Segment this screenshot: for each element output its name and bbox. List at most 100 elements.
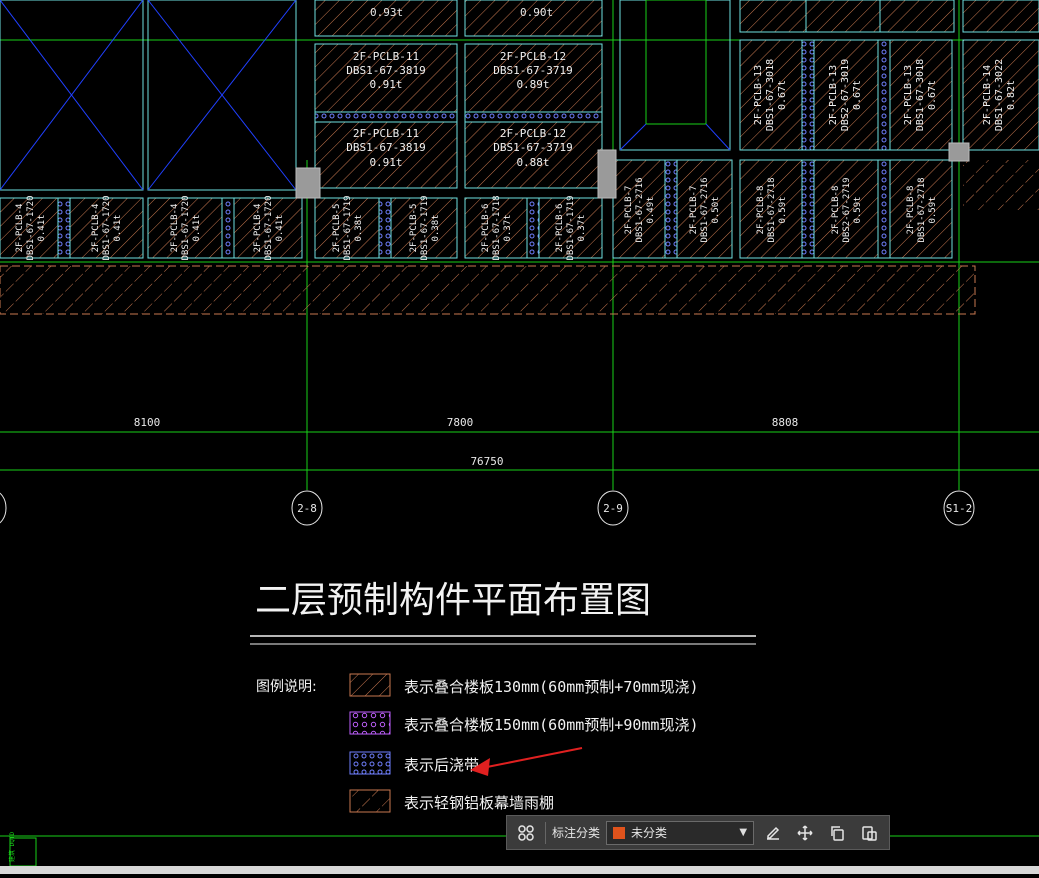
panel-code: DBS1-67-1719 bbox=[343, 195, 353, 260]
panel-code: DBS1-67-3018 bbox=[765, 59, 776, 131]
panel-weight: 0.67t bbox=[927, 80, 938, 110]
edit-icon[interactable] bbox=[760, 820, 786, 846]
panel-id: 2F-PCLB-7 bbox=[624, 186, 634, 235]
axis-bubbles bbox=[0, 490, 975, 526]
legend-swatch-post-pour bbox=[349, 751, 391, 775]
panel-id: 2F-PCLB-8 bbox=[831, 186, 841, 235]
canopy-strip bbox=[0, 265, 976, 315]
top-weight-1: 0.93t bbox=[370, 6, 403, 19]
legend-swatch-130 bbox=[349, 673, 391, 697]
panel-code: DBS1-67-3018 bbox=[915, 59, 926, 131]
panel-id: 2F-PCLB-5 bbox=[332, 204, 342, 253]
panel-id: 2F-PCLB-4 bbox=[170, 204, 180, 253]
panel-id: 2F-PCLB-8 bbox=[906, 186, 916, 235]
paste-icon[interactable] bbox=[856, 820, 882, 846]
axis-label-2-8: 2-8 bbox=[297, 502, 317, 515]
panel-code: DBS1-67-3719 bbox=[493, 64, 572, 77]
panel-weight: 0.37t bbox=[503, 214, 513, 241]
annotation-toolbar: 标注分类 未分类 ▼ bbox=[506, 815, 890, 850]
legend-item: 表示叠合楼板150mm(60mm预制+90mm现浇) bbox=[404, 716, 699, 734]
top-panels: 0.93t 0.90t bbox=[314, 0, 1039, 37]
legend-item: 表示轻钢铝板幕墙雨棚 bbox=[404, 794, 554, 812]
panel-id: 2F-PCLB-11 bbox=[353, 50, 419, 63]
panel-weight: 0.38t bbox=[431, 214, 441, 241]
status-strip bbox=[0, 866, 1039, 874]
panel-code: DBS1-67-1720 bbox=[264, 195, 274, 260]
red-arrow-annotation bbox=[470, 747, 583, 776]
dim-8808: 8808 bbox=[772, 416, 799, 429]
panel-id: 2F-PCLB-14 bbox=[982, 65, 993, 125]
panel-code: DBS1-67-1719 bbox=[420, 195, 430, 260]
panel-id: 2F-PCLB-4 bbox=[15, 204, 25, 253]
panel-code: DBS2-67-3019 bbox=[840, 59, 851, 131]
legend-item: 表示叠合楼板130mm(60mm预制+70mm现浇) bbox=[404, 678, 699, 696]
panel-weight: 0.50t bbox=[711, 196, 721, 223]
panel-code: DBS1-67-2718 bbox=[917, 177, 927, 242]
drawing-title: 二层预制构件平面布置图 bbox=[255, 580, 651, 621]
panel-id: 2F-PCLB-12 bbox=[500, 50, 566, 63]
panel-id: 2F-PCLB-8 bbox=[756, 186, 766, 235]
panel-weight: 0.59t bbox=[928, 196, 938, 223]
copy-icon[interactable] bbox=[824, 820, 850, 846]
panel-weight: 0.41t bbox=[37, 214, 47, 241]
panel-id: 2F-PCLB-4 bbox=[91, 204, 101, 253]
cad-canvas[interactable]: 0.93t 0.90t 2F-PCLB-11 DBS1-67-3819 0.91… bbox=[0, 0, 1039, 874]
axis-label-2-9: 2-9 bbox=[603, 502, 623, 515]
panel-weight: 0.67t bbox=[852, 80, 863, 110]
category-value: 未分类 bbox=[631, 826, 668, 840]
legend-item: 表示后浇带 bbox=[404, 756, 479, 774]
panel-code: DBS1-67-2716 bbox=[635, 177, 645, 242]
panel-id: 2F-PCLB-5 bbox=[409, 204, 419, 253]
panel-code: DBS1-67-1720 bbox=[102, 195, 112, 260]
sidebar-stamp: 建筑 DQTD bbox=[8, 832, 16, 862]
dimension-labels: 8100 7800 8808 76750 bbox=[134, 416, 799, 468]
panel-code: DBS1-67-3022 bbox=[994, 59, 1005, 131]
panel-weight: 0.41t bbox=[192, 214, 202, 241]
panel-weight: 0.38t bbox=[354, 214, 364, 241]
category-color-swatch bbox=[613, 826, 626, 839]
dim-total: 76750 bbox=[470, 455, 503, 468]
panel-code: DBS1-67-1719 bbox=[566, 195, 576, 260]
top-weight-2: 0.90t bbox=[520, 6, 553, 19]
panel-code: DBS1-67-1720 bbox=[181, 195, 191, 260]
grid-icon[interactable] bbox=[513, 820, 539, 846]
panel-code: DBS1-67-2716 bbox=[700, 177, 710, 242]
panel-weight: 0.91t bbox=[369, 156, 402, 169]
panel-id: 2F-PCLB-13 bbox=[753, 65, 764, 125]
panel-weight: 0.41t bbox=[113, 214, 123, 241]
panel-weight: 0.89t bbox=[516, 78, 549, 91]
panel-id: 2F-PCLB-13 bbox=[903, 65, 914, 125]
dim-8100: 8100 bbox=[134, 416, 161, 429]
panel-id: 2F-PCLB-7 bbox=[689, 186, 699, 235]
panel-code: DBS1-67-1718 bbox=[492, 195, 502, 260]
panel-code: DBS2-67-2719 bbox=[842, 177, 852, 242]
legend-swatch-150 bbox=[349, 711, 391, 735]
panel-weight: 0.88t bbox=[516, 156, 549, 169]
panel-weight: 0.91t bbox=[369, 78, 402, 91]
panel-id: 2F-PCLB-13 bbox=[828, 65, 839, 125]
panel-weight: 0.59t bbox=[778, 196, 788, 223]
dim-7800: 7800 bbox=[447, 416, 474, 429]
toolbar-divider bbox=[545, 821, 546, 844]
move-icon[interactable] bbox=[792, 820, 818, 846]
panel-weight: 0.49t bbox=[646, 196, 656, 223]
panel-id: 2F-PCLB-11 bbox=[353, 127, 419, 140]
panel-id: 2F-PCLB-12 bbox=[500, 127, 566, 140]
panel-id: 2F-PCLB-4 bbox=[253, 204, 263, 253]
panel-code: DBS1-67-1720 bbox=[26, 195, 36, 260]
category-select[interactable]: 未分类 ▼ bbox=[606, 820, 755, 845]
panel-code: DBS1-67-3819 bbox=[346, 141, 425, 154]
panel-weight: 0.59t bbox=[853, 196, 863, 223]
axis-label-s1-2: S1-2 bbox=[946, 502, 973, 515]
panel-weight: 0.37t bbox=[577, 214, 587, 241]
panel-id: 2F-PCLB-6 bbox=[555, 204, 565, 253]
panel-weight: 0.82t bbox=[1006, 80, 1017, 110]
panel-code: DBS1-67-3819 bbox=[346, 64, 425, 77]
panel-weight: 0.67t bbox=[777, 80, 788, 110]
panel-code: DBS1-67-2718 bbox=[767, 177, 777, 242]
panel-code: DBS1-67-3719 bbox=[493, 141, 572, 154]
panel-id: 2F-PCLB-6 bbox=[481, 204, 491, 253]
chevron-down-icon: ▼ bbox=[739, 827, 748, 838]
category-label: 标注分类 bbox=[552, 826, 601, 840]
legend-swatch-canopy bbox=[349, 789, 391, 813]
